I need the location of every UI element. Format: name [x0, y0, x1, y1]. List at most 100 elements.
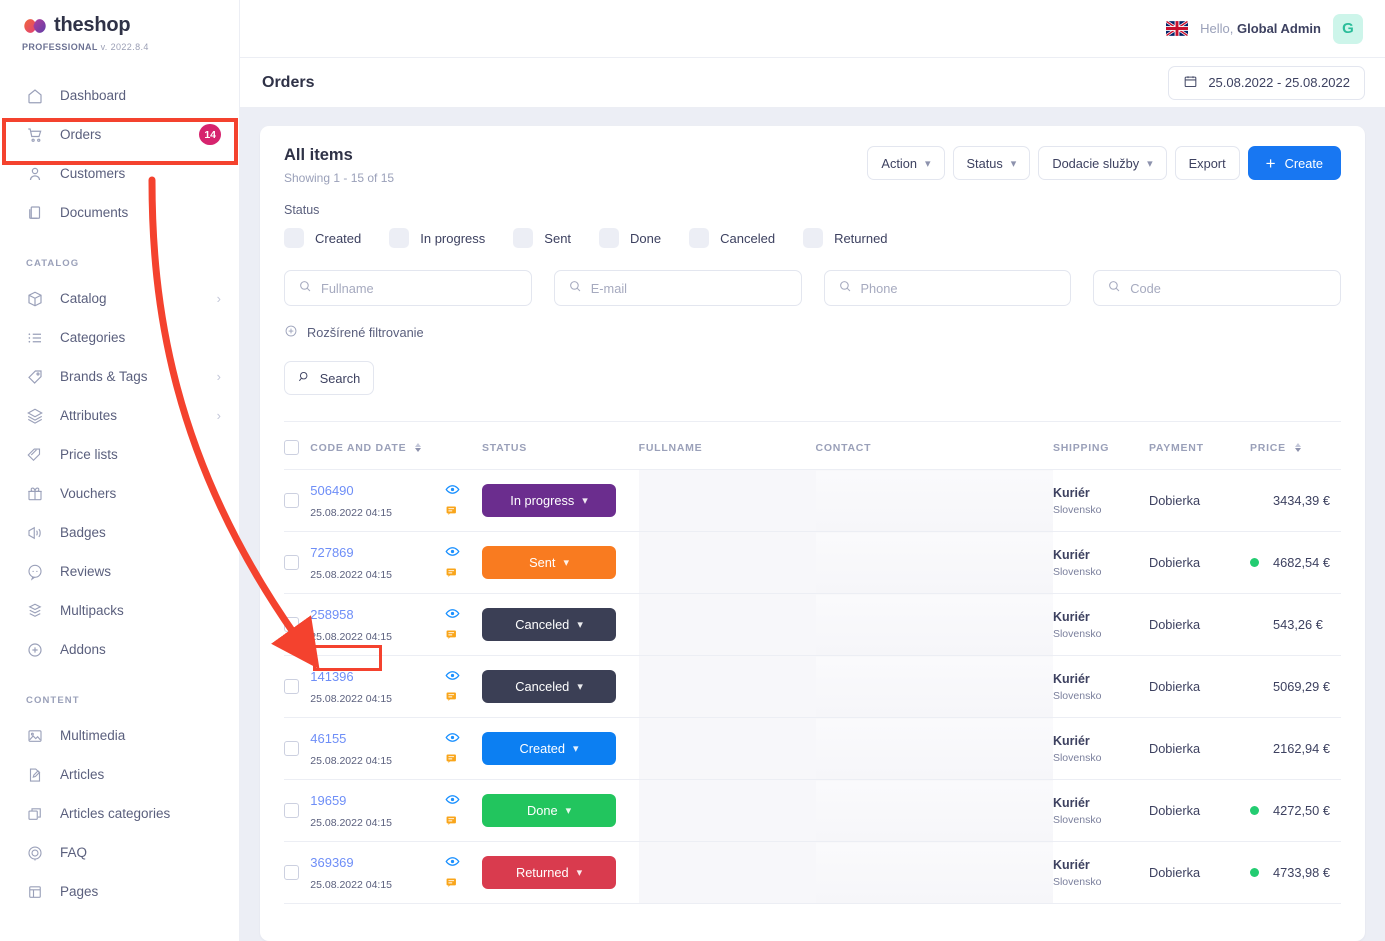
- date-range-picker[interactable]: 25.08.2022 - 25.08.2022: [1168, 65, 1365, 100]
- checkbox[interactable]: [389, 228, 410, 248]
- status-filter-canceled[interactable]: Canceled: [689, 228, 775, 248]
- header-code-and-date[interactable]: CODE AND DATE: [310, 422, 483, 470]
- eye-icon[interactable]: [445, 668, 460, 683]
- email-filter[interactable]: [553, 270, 802, 306]
- note-icon[interactable]: [445, 628, 460, 643]
- status-filter-done[interactable]: Done: [599, 228, 661, 248]
- sidebar-item-reviews[interactable]: Reviews: [0, 552, 239, 591]
- table-row[interactable]: 141396 25.08.2022 04:15 Canceled ▾ Kuriér Slo…: [284, 655, 1341, 718]
- note-icon[interactable]: [445, 566, 460, 581]
- row-checkbox[interactable]: [284, 741, 299, 756]
- table-row[interactable]: 727869 25.08.2022 04:15 Sent ▾ Kuriér Slovens…: [284, 531, 1341, 594]
- uk-flag-icon[interactable]: [1166, 21, 1189, 36]
- sidebar-item-customers[interactable]: Customers: [0, 154, 239, 193]
- action-dropdown[interactable]: Action ▾: [867, 146, 945, 180]
- create-button[interactable]: + Create: [1247, 146, 1341, 180]
- status-filter-created[interactable]: Created: [284, 228, 361, 248]
- sidebar-item-pages[interactable]: Pages: [0, 872, 239, 911]
- eye-icon[interactable]: [445, 606, 460, 621]
- status-filter-sent[interactable]: Sent: [513, 228, 571, 248]
- status-badge[interactable]: Canceled ▾: [482, 608, 617, 641]
- eye-icon[interactable]: [445, 792, 460, 807]
- plus-icon: +: [1265, 153, 1276, 173]
- row-checkbox[interactable]: [284, 865, 299, 880]
- checkbox[interactable]: [513, 228, 534, 248]
- payment-method: Dobierka: [1148, 492, 1201, 508]
- sidebar-item-orders[interactable]: Orders 14: [0, 115, 239, 154]
- sidebar-item-brands-tags[interactable]: Brands & Tags ›: [0, 357, 239, 396]
- status-badge[interactable]: In progress ▾: [482, 484, 617, 517]
- search-button[interactable]: Search: [284, 361, 374, 395]
- code-input[interactable]: [1130, 280, 1327, 296]
- row-checkbox[interactable]: [284, 617, 299, 632]
- eye-icon[interactable]: [445, 482, 460, 497]
- fullname-filter[interactable]: [284, 270, 532, 306]
- sidebar-item-multimedia[interactable]: Multimedia: [0, 716, 239, 755]
- eye-icon[interactable]: [445, 544, 460, 559]
- status-badge[interactable]: Sent ▾: [482, 546, 617, 579]
- checkbox[interactable]: [599, 228, 620, 248]
- header-price[interactable]: PRICE: [1250, 422, 1341, 470]
- avatar[interactable]: G: [1333, 13, 1363, 44]
- eye-icon[interactable]: [445, 854, 460, 869]
- code-filter[interactable]: [1093, 270, 1341, 306]
- select-all-checkbox[interactable]: [284, 440, 299, 455]
- row-checkbox[interactable]: [284, 493, 299, 508]
- status-badge[interactable]: Canceled ▾: [482, 670, 617, 703]
- note-icon[interactable]: [445, 752, 460, 767]
- sidebar-item-price-lists[interactable]: Price lists: [0, 435, 239, 474]
- delivery-services-dropdown[interactable]: Dodacie služby ▾: [1038, 146, 1167, 180]
- sidebar-item-faq[interactable]: FAQ: [0, 833, 239, 872]
- row-checkbox[interactable]: [284, 803, 299, 818]
- order-code-link[interactable]: 46155: [310, 731, 346, 746]
- eye-icon[interactable]: [445, 730, 460, 745]
- sidebar-item-attributes[interactable]: Attributes ›: [0, 396, 239, 435]
- documents-icon: [26, 204, 44, 222]
- fullname-cell-redacted: [638, 531, 816, 594]
- checkbox[interactable]: [689, 228, 710, 248]
- sort-icon[interactable]: [1294, 443, 1301, 453]
- phone-input[interactable]: [860, 280, 1058, 296]
- checkbox[interactable]: [803, 228, 824, 248]
- row-checkbox[interactable]: [284, 679, 299, 694]
- order-code-link[interactable]: 369369: [310, 855, 353, 870]
- status-badge[interactable]: Created ▾: [482, 732, 617, 765]
- email-input[interactable]: [590, 280, 788, 296]
- sidebar-item-vouchers[interactable]: Vouchers: [0, 474, 239, 513]
- fullname-input[interactable]: [321, 280, 518, 296]
- sidebar-item-addons[interactable]: Addons: [0, 630, 239, 669]
- checkbox[interactable]: [284, 228, 304, 248]
- sidebar-item-catalog[interactable]: Catalog ›: [0, 279, 239, 318]
- sidebar-item-dashboard[interactable]: Dashboard: [0, 76, 239, 115]
- sidebar-item-categories[interactable]: Categories: [0, 318, 239, 357]
- note-icon[interactable]: [445, 504, 460, 519]
- sidebar-item-articles-categories[interactable]: Articles categories: [0, 794, 239, 833]
- status-badge[interactable]: Done ▾: [482, 794, 617, 827]
- sidebar-item-badges[interactable]: Badges: [0, 513, 239, 552]
- order-code-link[interactable]: 258958: [310, 607, 353, 622]
- status-badge[interactable]: Returned ▾: [482, 856, 617, 889]
- advanced-filter-toggle[interactable]: Rozšírené filtrovanie: [284, 324, 1341, 341]
- table-row[interactable]: 369369 25.08.2022 04:15 Returned ▾ Kuriér Slo…: [284, 841, 1341, 904]
- row-checkbox[interactable]: [284, 555, 299, 570]
- order-code-link[interactable]: 19659: [310, 793, 346, 808]
- sidebar-item-documents[interactable]: Documents: [0, 193, 239, 232]
- sidebar-item-multipacks[interactable]: Multipacks: [0, 591, 239, 630]
- table-row[interactable]: 19659 25.08.2022 04:15 Done ▾ Kuriér Slovensk…: [284, 779, 1341, 842]
- table-row[interactable]: 506490 25.08.2022 04:15 In progress ▾ Kuriér…: [284, 469, 1341, 532]
- status-filter-returned[interactable]: Returned: [803, 228, 888, 248]
- sidebar-item-articles[interactable]: Articles: [0, 755, 239, 794]
- note-icon[interactable]: [445, 876, 460, 891]
- export-button[interactable]: Export: [1174, 146, 1240, 180]
- phone-filter[interactable]: [823, 270, 1072, 306]
- status-filter-in-progress[interactable]: In progress: [389, 228, 485, 248]
- sort-icon[interactable]: [415, 443, 422, 453]
- order-code-link[interactable]: 727869: [310, 545, 353, 560]
- table-row[interactable]: 258958 25.08.2022 04:15 Canceled ▾ Kuriér Slo…: [284, 593, 1341, 656]
- order-code-link[interactable]: 506490: [310, 483, 353, 498]
- status-dropdown[interactable]: Status ▾: [952, 146, 1031, 180]
- note-icon[interactable]: [445, 690, 460, 705]
- note-icon[interactable]: [445, 814, 460, 829]
- order-code-link[interactable]: 141396: [310, 669, 353, 684]
- table-row[interactable]: 46155 25.08.2022 04:15 Created ▾ Kuriér Slove…: [284, 717, 1341, 780]
